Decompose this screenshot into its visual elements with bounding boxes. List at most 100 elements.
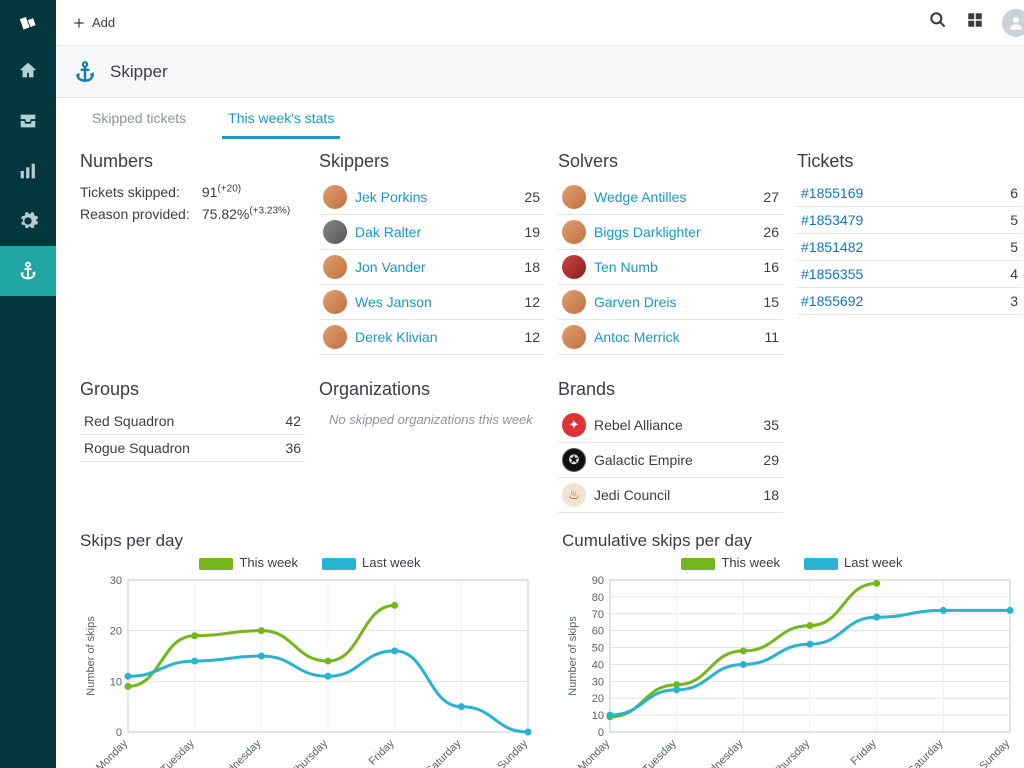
kv-value: 91(+20)	[202, 184, 241, 200]
count: 12	[514, 294, 540, 310]
numbers-section: Numbers Tickets skipped: 91(+20)Reason p…	[80, 145, 305, 355]
count: 29	[753, 452, 779, 468]
skippers-section: Skippers Jek Porkins25 Dak Ralter 19 Jon Va…	[319, 145, 544, 355]
list-item: Wes Janson 12	[319, 285, 544, 320]
section-heading: Brands	[558, 379, 783, 400]
avatar	[562, 255, 586, 279]
person-link[interactable]: Derek Klivian	[355, 329, 437, 345]
chart-svg: 0102030MondayTuesdayWednesdayThursdayFri…	[80, 574, 540, 768]
svg-text:Saturday: Saturday	[424, 737, 464, 768]
section-heading: Numbers	[80, 151, 305, 172]
avatar	[323, 185, 347, 209]
avatar	[562, 290, 586, 314]
avatar	[323, 325, 347, 349]
list-item: #18556923	[797, 288, 1022, 315]
chart: Cumulative skips per dayThis weekLast we…	[562, 531, 1022, 768]
avatar	[562, 185, 586, 209]
chart-legend: This weekLast week	[80, 555, 540, 570]
svg-text:Sunday: Sunday	[977, 737, 1012, 768]
svg-text:10: 10	[110, 676, 122, 688]
ticket-link[interactable]: #1853479	[801, 212, 863, 228]
ticket-link[interactable]: #1855692	[801, 293, 863, 309]
ticket-link[interactable]: #1851482	[801, 239, 863, 255]
svg-text:Friday: Friday	[849, 737, 879, 767]
nav-inbox[interactable]	[0, 96, 56, 146]
person-link[interactable]: Dak Ralter	[355, 224, 421, 240]
count: 5	[992, 212, 1018, 228]
bars-icon	[17, 160, 39, 182]
list-item: #1855169 6	[797, 180, 1022, 207]
svg-text:10: 10	[592, 710, 604, 722]
count: 16	[753, 259, 779, 275]
svg-text:30: 30	[592, 676, 604, 688]
section-heading: Skippers	[319, 151, 544, 172]
home-icon	[17, 60, 39, 82]
page-title: Skipper	[110, 62, 168, 82]
anchor-icon	[17, 260, 39, 282]
solvers-section: Solvers Wedge Antilles27Biggs Darklighte…	[558, 145, 783, 355]
groups-section: Groups Red Squadron42Rogue Squadron36	[80, 373, 305, 513]
side-rail	[0, 0, 56, 768]
svg-text:Friday: Friday	[367, 737, 397, 767]
avatar	[323, 220, 347, 244]
svg-text:Thursday: Thursday	[289, 737, 330, 768]
list-item: Wedge Antilles27	[558, 180, 783, 215]
group-name: Red Squadron	[84, 413, 174, 429]
list-item: Derek Klivian 12	[319, 320, 544, 355]
list-item: Jek Porkins25	[319, 180, 544, 215]
count: 12	[514, 329, 540, 345]
user-avatar[interactable]	[1002, 9, 1024, 37]
list-item: Dak Ralter 19	[319, 215, 544, 250]
count: 26	[753, 224, 779, 240]
list-item: ✦Rebel Alliance35	[558, 408, 783, 443]
nav-settings[interactable]	[0, 196, 56, 246]
count: 11	[753, 329, 779, 345]
list-item: Garven Dreis15	[558, 285, 783, 320]
person-link[interactable]: Jek Porkins	[355, 189, 427, 205]
search-button[interactable]	[928, 10, 948, 35]
list-item: Jon Vander18	[319, 250, 544, 285]
person-link[interactable]: Ten Numb	[594, 259, 658, 275]
person-link[interactable]: Jon Vander	[355, 259, 426, 275]
nav-skipper[interactable]	[0, 246, 56, 296]
count: 19	[514, 224, 540, 240]
plus-icon	[72, 16, 86, 30]
brand-icon: ✪	[562, 448, 586, 472]
person-link[interactable]: Biggs Darklighter	[594, 224, 701, 240]
svg-text:70: 70	[592, 609, 604, 621]
count: 35	[753, 417, 779, 433]
legend-item: This week	[199, 555, 298, 570]
person-link[interactable]: Wedge Antilles	[594, 189, 686, 205]
tickets-section: Tickets #18551696#18534795#18514825#1856…	[797, 145, 1022, 355]
logo-icon	[17, 12, 39, 34]
count: 4	[992, 266, 1018, 282]
tab-0[interactable]: Skipped tickets	[86, 98, 192, 139]
ticket-link[interactable]: #1856355	[801, 266, 863, 282]
list-item: #18514825	[797, 234, 1022, 261]
tab-1[interactable]: This week's stats	[222, 98, 340, 139]
svg-text:90: 90	[592, 575, 604, 587]
person-link[interactable]: Antoc Merrick	[594, 329, 680, 345]
add-button[interactable]: Add	[72, 15, 115, 30]
nav-reports[interactable]	[0, 146, 56, 196]
avatar	[323, 290, 347, 314]
apps-icon	[966, 11, 984, 29]
tab-bar: Skipped tickets This week's stats	[56, 98, 1024, 139]
count: 6	[992, 185, 1018, 201]
chart-legend: This weekLast week	[562, 555, 1022, 570]
section-heading: Organizations	[319, 379, 544, 400]
svg-text:80: 80	[592, 592, 604, 604]
empty-state: No skipped organizations this week	[319, 408, 544, 431]
nav-home[interactable]	[0, 46, 56, 96]
count: 18	[753, 487, 779, 503]
svg-text:Number of skips: Number of skips	[567, 616, 579, 696]
ticket-link[interactable]: #1855169	[801, 185, 863, 201]
orgs-section: Organizations No skipped organizations t…	[319, 373, 544, 513]
chart-svg: 0102030405060708090MondayTuesdayWednesda…	[562, 574, 1022, 768]
person-link[interactable]: Garven Dreis	[594, 294, 676, 310]
brand-name: Galactic Empire	[594, 452, 693, 468]
gear-icon	[17, 210, 39, 232]
svg-text:20: 20	[110, 626, 122, 638]
apps-button[interactable]	[966, 11, 984, 34]
person-link[interactable]: Wes Janson	[355, 294, 432, 310]
